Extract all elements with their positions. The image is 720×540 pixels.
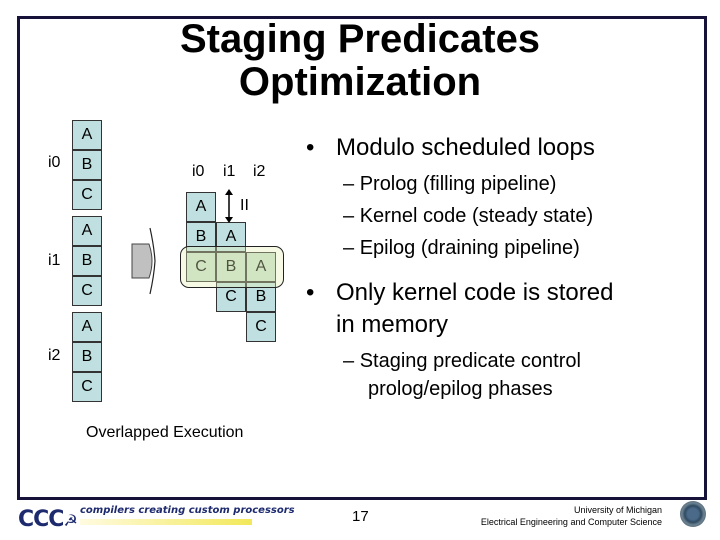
stage-box: A (72, 312, 102, 342)
title-line-2: Optimization (238, 60, 482, 104)
stage-box: B (72, 150, 102, 180)
department-name: Electrical Engineering and Computer Scie… (480, 517, 662, 527)
ccc-logo: CCC☭ (18, 507, 78, 532)
title-line-1: Staging Predicates (179, 17, 541, 61)
schedule-cell: C (246, 312, 276, 342)
university-credit: University of Michigan Electrical Engine… (481, 504, 662, 528)
iteration-label: i0 (48, 154, 61, 171)
logo-tagline: compilers creating custom processors (80, 505, 295, 516)
sub-bullet: – Prolog (filling pipeline) (343, 173, 557, 195)
logo-text: CCC (18, 507, 64, 532)
transform-arrow-icon (131, 227, 156, 295)
column-label: i2 (253, 163, 266, 180)
university-seal-icon (680, 501, 706, 527)
sub-bullet-text: Epilog (draining pipeline) (359, 237, 580, 259)
page-number: 17 (352, 508, 369, 525)
bullet-text: Only kernel code is stored (336, 279, 614, 306)
sub-bullet-text: prolog/epilog phases (368, 378, 553, 400)
sub-bullet-text: Staging predicate control (359, 350, 581, 372)
iteration-label: i1 (48, 252, 61, 269)
university-name: University of Michigan (573, 505, 662, 515)
sub-bullet: – Epilog (draining pipeline) (343, 237, 580, 259)
stage-box: C (72, 372, 102, 402)
bullet-dot: • (306, 134, 315, 161)
iteration-label: i2 (48, 347, 61, 364)
bullet-dot: • (306, 279, 315, 306)
diagram-caption: Overlapped Execution (86, 424, 244, 441)
stage-box: B (72, 246, 102, 276)
ii-label: II (240, 197, 249, 214)
schedule-cell: A (186, 192, 216, 222)
sub-bullet-text: Prolog (filling pipeline) (359, 173, 557, 195)
sub-bullet: – Staging predicate control (343, 350, 581, 372)
stage-box: C (72, 180, 102, 210)
stage-box: A (72, 216, 102, 246)
sub-bullet: – Kernel code (steady state) (343, 205, 594, 227)
logo-underline (80, 519, 252, 525)
stage-box: C (72, 276, 102, 306)
slide-title: Staging Predicates Optimization (110, 18, 610, 104)
column-label: i1 (223, 163, 236, 180)
column-label: i0 (192, 163, 205, 180)
bullet-text: in memory (336, 311, 449, 338)
bullet-text: Modulo scheduled loops (336, 134, 595, 161)
stage-box: A (72, 120, 102, 150)
sub-bullet-text: Kernel code (steady state) (359, 205, 594, 227)
stage-box: B (72, 342, 102, 372)
kernel-highlight (180, 246, 284, 288)
ii-arrow-icon (225, 189, 233, 223)
hammer-sickle-icon: ☭ (63, 511, 77, 530)
